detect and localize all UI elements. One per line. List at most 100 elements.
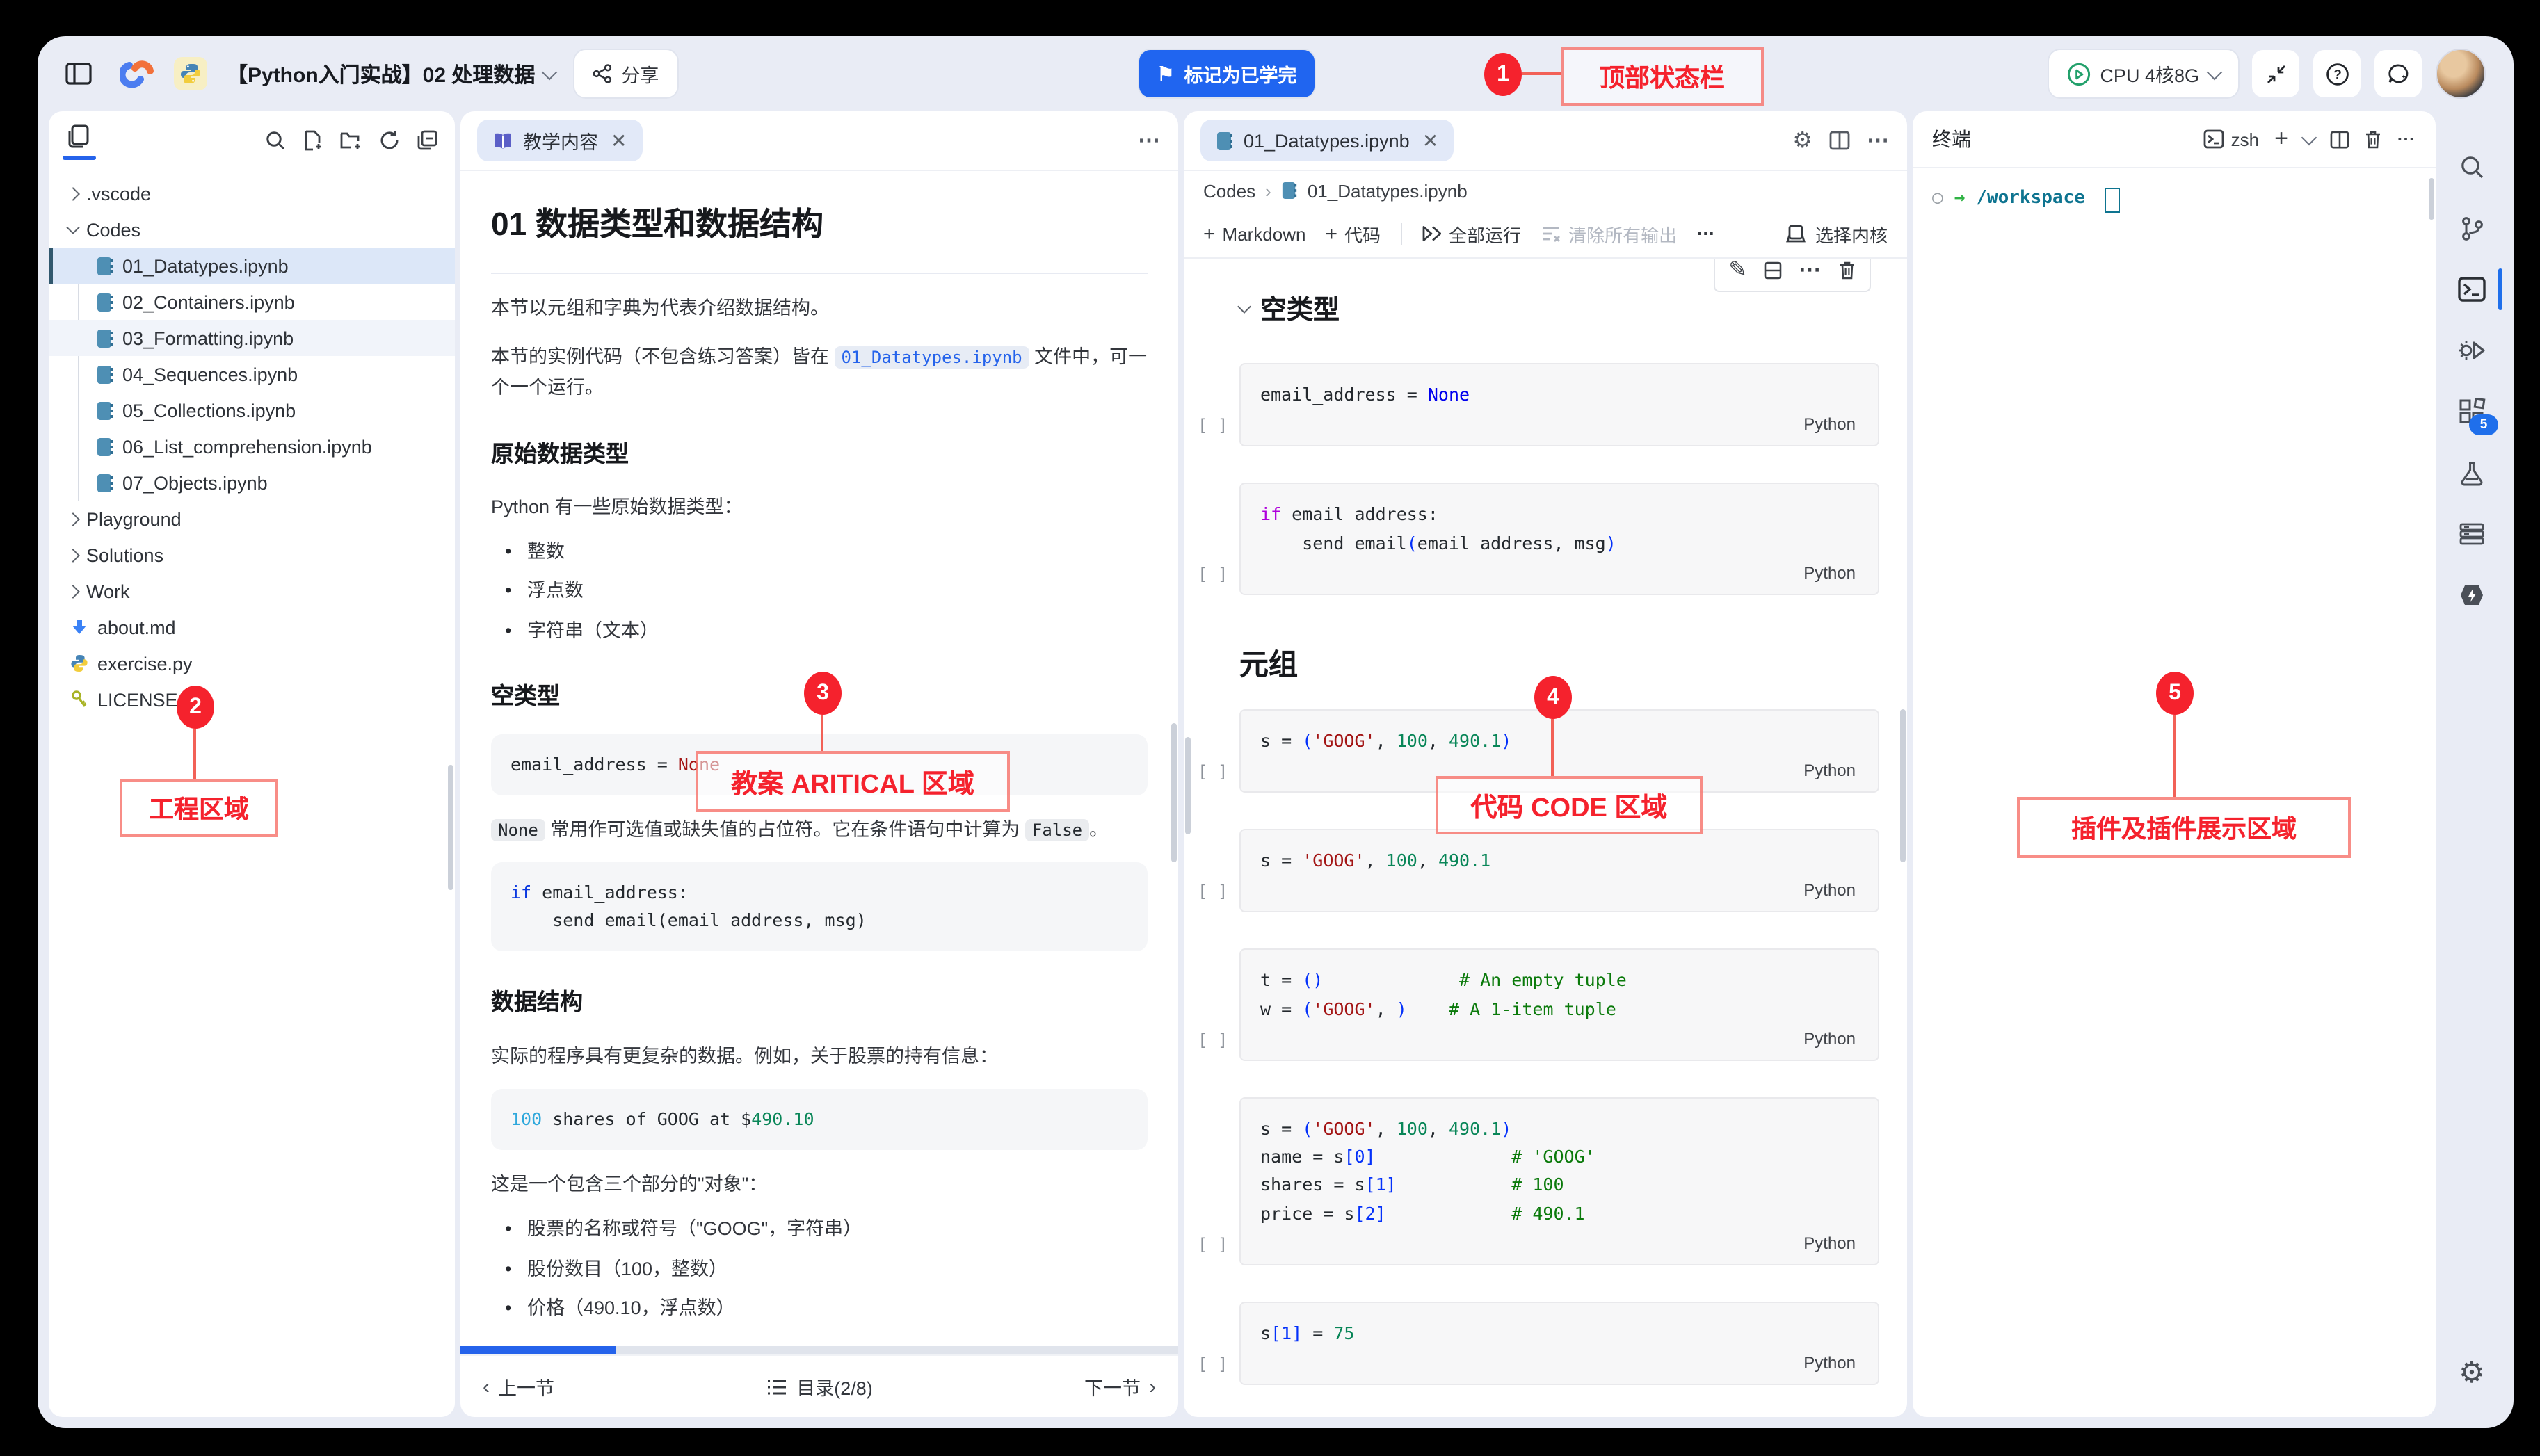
cell-language[interactable]: Python [1260, 410, 1858, 439]
share-icon [592, 64, 611, 83]
tree-item-02-containers[interactable]: 02_Containers.ipynb [49, 284, 455, 320]
tree-item-05-collections[interactable]: 05_Collections.ipynb [49, 392, 455, 428]
tree-item-07-objects[interactable]: 07_Objects.ipynb [49, 464, 455, 501]
cell-language[interactable]: Python [1260, 1024, 1858, 1053]
tree-item-playground[interactable]: Playground [49, 501, 455, 537]
server-stack-icon[interactable] [2441, 503, 2502, 565]
toolbar-more-button[interactable]: ⋯ [1696, 223, 1716, 245]
notebook-more-button[interactable]: ⋯ [1867, 127, 1890, 154]
tree-item-03-formatting[interactable]: 03_Formatting.ipynb [49, 320, 455, 356]
new-file-icon[interactable] [302, 129, 324, 152]
tree-item-codes[interactable]: Codes [49, 211, 455, 248]
code-cell[interactable]: [ ] email_address = NonePython [1239, 363, 1879, 447]
annotation-label-4: 代码 CODE 区域 [1436, 776, 1703, 834]
run-debug-icon[interactable] [2441, 320, 2502, 381]
tree-item-vscode[interactable]: .vscode [49, 175, 455, 211]
cell-language[interactable]: Python [1260, 558, 1858, 587]
share-button[interactable]: 分享 [574, 50, 677, 97]
sidebar-toggle-icon[interactable] [65, 63, 92, 85]
sidebar-scrollbar[interactable] [448, 765, 453, 890]
new-folder-icon[interactable] [339, 129, 363, 152]
close-icon[interactable]: ✕ [1422, 129, 1438, 152]
annotation-connector-1 [1522, 72, 1561, 75]
cell-language[interactable]: Python [1260, 1228, 1858, 1257]
notebook-settings-icon[interactable]: ⚙ [1792, 127, 1812, 154]
tree-item-license-md[interactable]: LICENSE.md [49, 681, 455, 718]
code-cell[interactable]: [ ] s[1] = 75Python [1239, 1302, 1879, 1386]
kernel-icon [1786, 224, 1806, 243]
prev-section-button[interactable]: ‹上一节 [483, 1373, 554, 1400]
toc-button[interactable]: 目录(2/8) [766, 1373, 873, 1400]
search-files-icon[interactable] [264, 129, 287, 152]
next-section-button[interactable]: 下一节› [1084, 1373, 1156, 1400]
code-cell[interactable]: [ ] if email_address: send_email(email_a… [1239, 483, 1879, 595]
code-cell[interactable]: [ ] s = 'GOOG', 100, 490.1Python [1239, 829, 1879, 913]
cell-language[interactable]: Python [1260, 875, 1858, 905]
select-kernel-button[interactable]: 选择内核 [1786, 220, 1888, 247]
run-all-button[interactable]: 全部运行 [1421, 220, 1521, 247]
markdown-file-icon [70, 617, 89, 637]
cell-more-icon[interactable]: ⋯ [1799, 259, 1822, 284]
annotation-connector-2 [193, 729, 196, 779]
lesson-more-button[interactable]: ⋯ [1138, 127, 1162, 154]
tab-teaching-content[interactable]: 教学内容 ✕ [477, 120, 642, 161]
tab-notebook[interactable]: 01_Datatypes.ipynb ✕ [1200, 120, 1454, 161]
course-title[interactable]: 【Python入门实战】02 处理数据 [227, 59, 554, 88]
title-bar: 【Python入门实战】02 处理数据 分享 ⚑ 标记为已学完 CPU 4核8G… [38, 36, 2514, 111]
tree-item-work[interactable]: Work [49, 573, 455, 609]
thunder-extension-icon[interactable] [2441, 565, 2502, 626]
execution-count: [ ] [1198, 882, 1228, 902]
python-file-icon [70, 654, 89, 673]
add-markdown-button[interactable]: +Markdown [1203, 222, 1305, 245]
refresh-icon[interactable] [378, 129, 401, 152]
help-button[interactable]: ? [2313, 50, 2361, 97]
reading-progress-bar[interactable] [460, 1346, 1178, 1354]
feedback-chat-button[interactable] [2374, 50, 2422, 97]
edit-cell-icon[interactable]: ✎ [1728, 259, 1747, 284]
delete-cell-icon[interactable] [1839, 260, 1856, 280]
search-view-icon[interactable] [2441, 136, 2502, 197]
lesson-scrollbar[interactable] [1171, 723, 1177, 862]
new-terminal-button[interactable]: + [2274, 125, 2288, 153]
section-heading-primitive: 原始数据类型 [491, 436, 1148, 473]
terminal-scrollbar[interactable] [2429, 178, 2434, 220]
add-code-button[interactable]: +代码 [1325, 220, 1381, 247]
mark-complete-button[interactable]: ⚑ 标记为已学完 [1139, 50, 1315, 97]
tree-item-about-md[interactable]: about.md [49, 609, 455, 645]
close-icon[interactable]: ✕ [611, 129, 627, 152]
cell-toolbar: ✎ ⋯ [1713, 259, 1871, 292]
split-cell-icon[interactable] [1764, 261, 1782, 279]
explorer-view-icon[interactable] [65, 124, 90, 157]
notebook-scrollbar[interactable] [1900, 709, 1906, 862]
source-control-icon[interactable] [2441, 197, 2502, 259]
clear-outputs-button[interactable]: 清除所有输出 [1541, 220, 1677, 247]
tree-item-solutions[interactable]: Solutions [49, 537, 455, 573]
testing-icon[interactable] [2441, 442, 2502, 503]
code-cell[interactable]: [ ] t = () # An empty tuplew = ('GOOG', … [1239, 949, 1879, 1061]
collapse-window-button[interactable] [2252, 50, 2299, 97]
extensions-icon[interactable]: 5 [2441, 381, 2502, 442]
tree-item-01-datatypes[interactable]: 01_Datatypes.ipynb [49, 248, 455, 284]
machine-spec-selector[interactable]: CPU 4核8G [2048, 50, 2238, 97]
user-avatar[interactable] [2436, 49, 2486, 99]
primitive-list: 整数 浮点数 字符串（文本） [491, 536, 1148, 646]
split-terminal-icon[interactable] [2330, 130, 2349, 148]
lesson-title: 01 数据类型和数据结构 [491, 199, 1148, 274]
notebook-left-scrollbar[interactable] [1185, 737, 1191, 834]
shell-badge[interactable]: zsh [2203, 129, 2259, 149]
settings-gear-icon[interactable]: ⚙ [2441, 1342, 2502, 1403]
tree-item-exercise-py[interactable]: exercise.py [49, 645, 455, 681]
collapse-section-icon[interactable] [1237, 299, 1251, 313]
chevron-down-icon[interactable] [2301, 129, 2317, 145]
terminal-more-button[interactable]: ⋯ [2397, 128, 2416, 150]
collapse-all-icon[interactable] [416, 129, 438, 152]
breadcrumb[interactable]: Codes› 01_Datatypes.ipynb [1184, 171, 1907, 210]
terminal-view-icon[interactable] [2441, 259, 2502, 320]
tree-item-04-sequences[interactable]: 04_Sequences.ipynb [49, 356, 455, 392]
split-editor-icon[interactable] [1829, 131, 1850, 150]
tree-item-06-list-comprehension[interactable]: 06_List_comprehension.ipynb [49, 428, 455, 464]
code-cell[interactable]: [ ] s = ('GOOG', 100, 490.1)name = s[0] … [1239, 1097, 1879, 1265]
kill-terminal-icon[interactable] [2365, 129, 2381, 149]
cell-language[interactable]: Python [1260, 1348, 1858, 1377]
list-item: 价格（490.10，浮点数） [505, 1293, 1148, 1323]
